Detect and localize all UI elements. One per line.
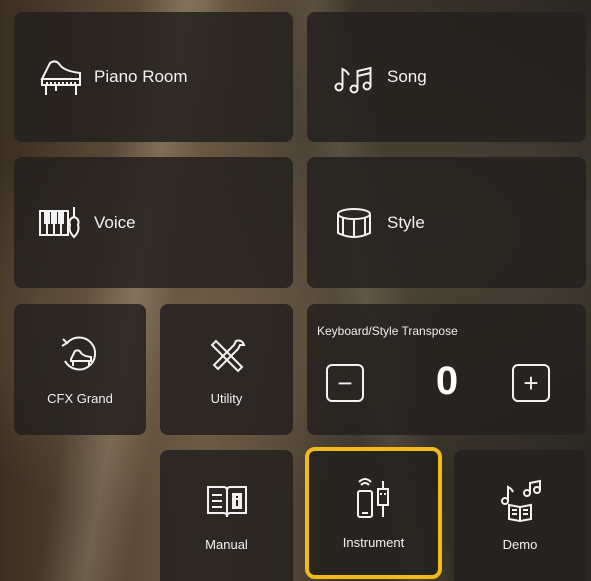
tools-icon: [202, 333, 252, 377]
minus-icon: −: [337, 368, 353, 398]
style-label: Style: [387, 212, 425, 232]
piano-room-label: Piano Room: [94, 67, 188, 86]
demo-button[interactable]: Demo: [454, 450, 586, 581]
demo-label: Demo: [502, 537, 538, 552]
plus-icon: +: [523, 368, 539, 398]
music-notes-icon: [329, 57, 379, 97]
utility-label: Utility: [210, 391, 243, 406]
piano-room-button[interactable]: Piano Room: [14, 12, 293, 142]
drum-icon: [329, 203, 379, 243]
voice-label: Voice: [94, 212, 136, 232]
transpose-title: Keyboard/Style Transpose: [317, 324, 458, 338]
cfx-grand-label: CFX Grand: [47, 391, 113, 406]
transpose-plus-button[interactable]: +: [512, 364, 550, 402]
manual-button[interactable]: Manual: [160, 450, 293, 581]
demo-notes-icon: [495, 479, 545, 523]
grand-piano-icon: [36, 57, 86, 97]
utility-button[interactable]: Utility: [160, 304, 293, 435]
book-info-icon: [202, 479, 252, 523]
usb-connection-icon: [349, 477, 399, 521]
song-button[interactable]: Song: [307, 12, 586, 142]
transpose-value: 0: [435, 359, 459, 403]
keyboard-violin-icon: [36, 203, 86, 243]
song-label: Song: [387, 67, 427, 86]
piano-reset-icon: [55, 333, 105, 377]
voice-button[interactable]: Voice: [14, 157, 293, 288]
style-button[interactable]: Style: [307, 157, 586, 288]
transpose-minus-button[interactable]: −: [326, 364, 364, 402]
cfx-grand-button[interactable]: CFX Grand: [14, 304, 146, 435]
instrument-label: Instrument: [342, 534, 405, 550]
transpose-panel: Keyboard/Style Transpose − 0 +: [307, 304, 586, 435]
instrument-button[interactable]: Instrument: [305, 447, 442, 579]
manual-label: Manual: [205, 537, 248, 552]
